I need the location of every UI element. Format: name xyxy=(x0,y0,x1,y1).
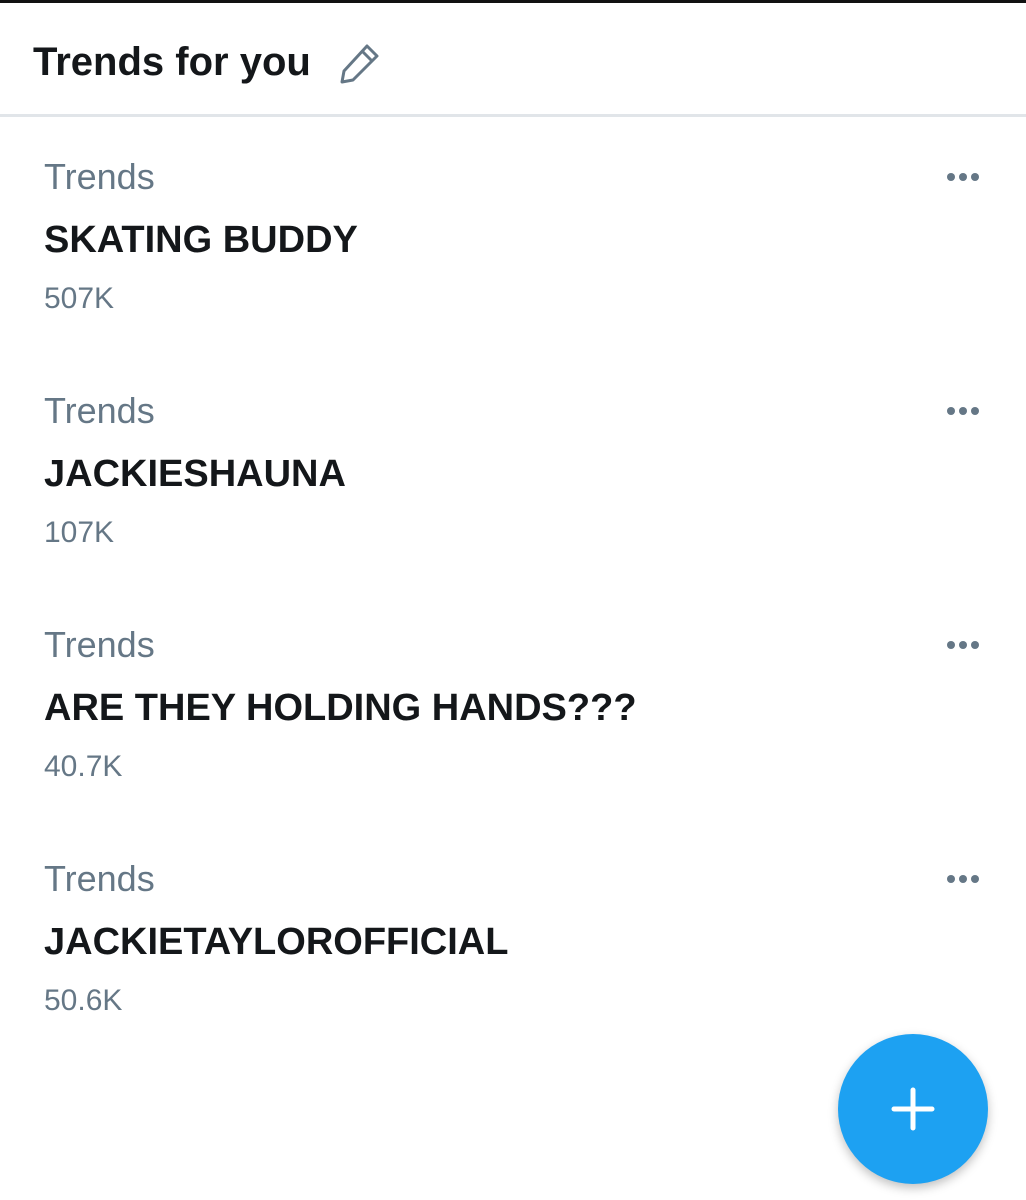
trend-count: 107K xyxy=(44,516,115,549)
trend-category: Trends xyxy=(44,858,155,899)
page-title: Trends for you xyxy=(33,40,311,84)
trend-category: Trends xyxy=(44,624,155,665)
more-horizontal-icon[interactable] xyxy=(936,158,990,196)
trend-name: JACKIETAYLOROFFICIAL xyxy=(44,921,509,963)
trend-name: ARE THEY HOLDING HANDS??? xyxy=(44,687,637,729)
more-horizontal-icon[interactable] xyxy=(936,392,990,430)
trend-item[interactable]: Trends ARE THEY HOLDING HANDS??? 40.7K xyxy=(0,588,1026,822)
trend-list: Trends SKATING BUDDY 507K Trends JACKIES… xyxy=(0,120,1026,1056)
trends-page: Trends for you Trends SKATING BUDDY 507K… xyxy=(0,0,1026,1200)
trend-count: 40.7K xyxy=(44,750,123,783)
trend-category: Trends xyxy=(44,156,155,197)
trend-item[interactable]: Trends SKATING BUDDY 507K xyxy=(0,120,1026,354)
trend-count: 50.6K xyxy=(44,984,123,1017)
trend-item[interactable]: Trends JACKIETAYLOROFFICIAL 50.6K xyxy=(0,822,1026,1056)
more-horizontal-icon[interactable] xyxy=(936,860,990,898)
trend-name: JACKIESHAUNA xyxy=(44,453,346,495)
trend-item[interactable]: Trends JACKIESHAUNA 107K xyxy=(0,354,1026,588)
plus-icon xyxy=(891,1087,935,1131)
trend-category: Trends xyxy=(44,390,155,431)
trend-name: SKATING BUDDY xyxy=(44,219,358,261)
pencil-icon[interactable] xyxy=(338,41,382,85)
header: Trends for you xyxy=(0,3,1026,117)
more-horizontal-icon[interactable] xyxy=(936,626,990,664)
trend-count: 507K xyxy=(44,282,115,315)
compose-button[interactable] xyxy=(838,1034,988,1184)
